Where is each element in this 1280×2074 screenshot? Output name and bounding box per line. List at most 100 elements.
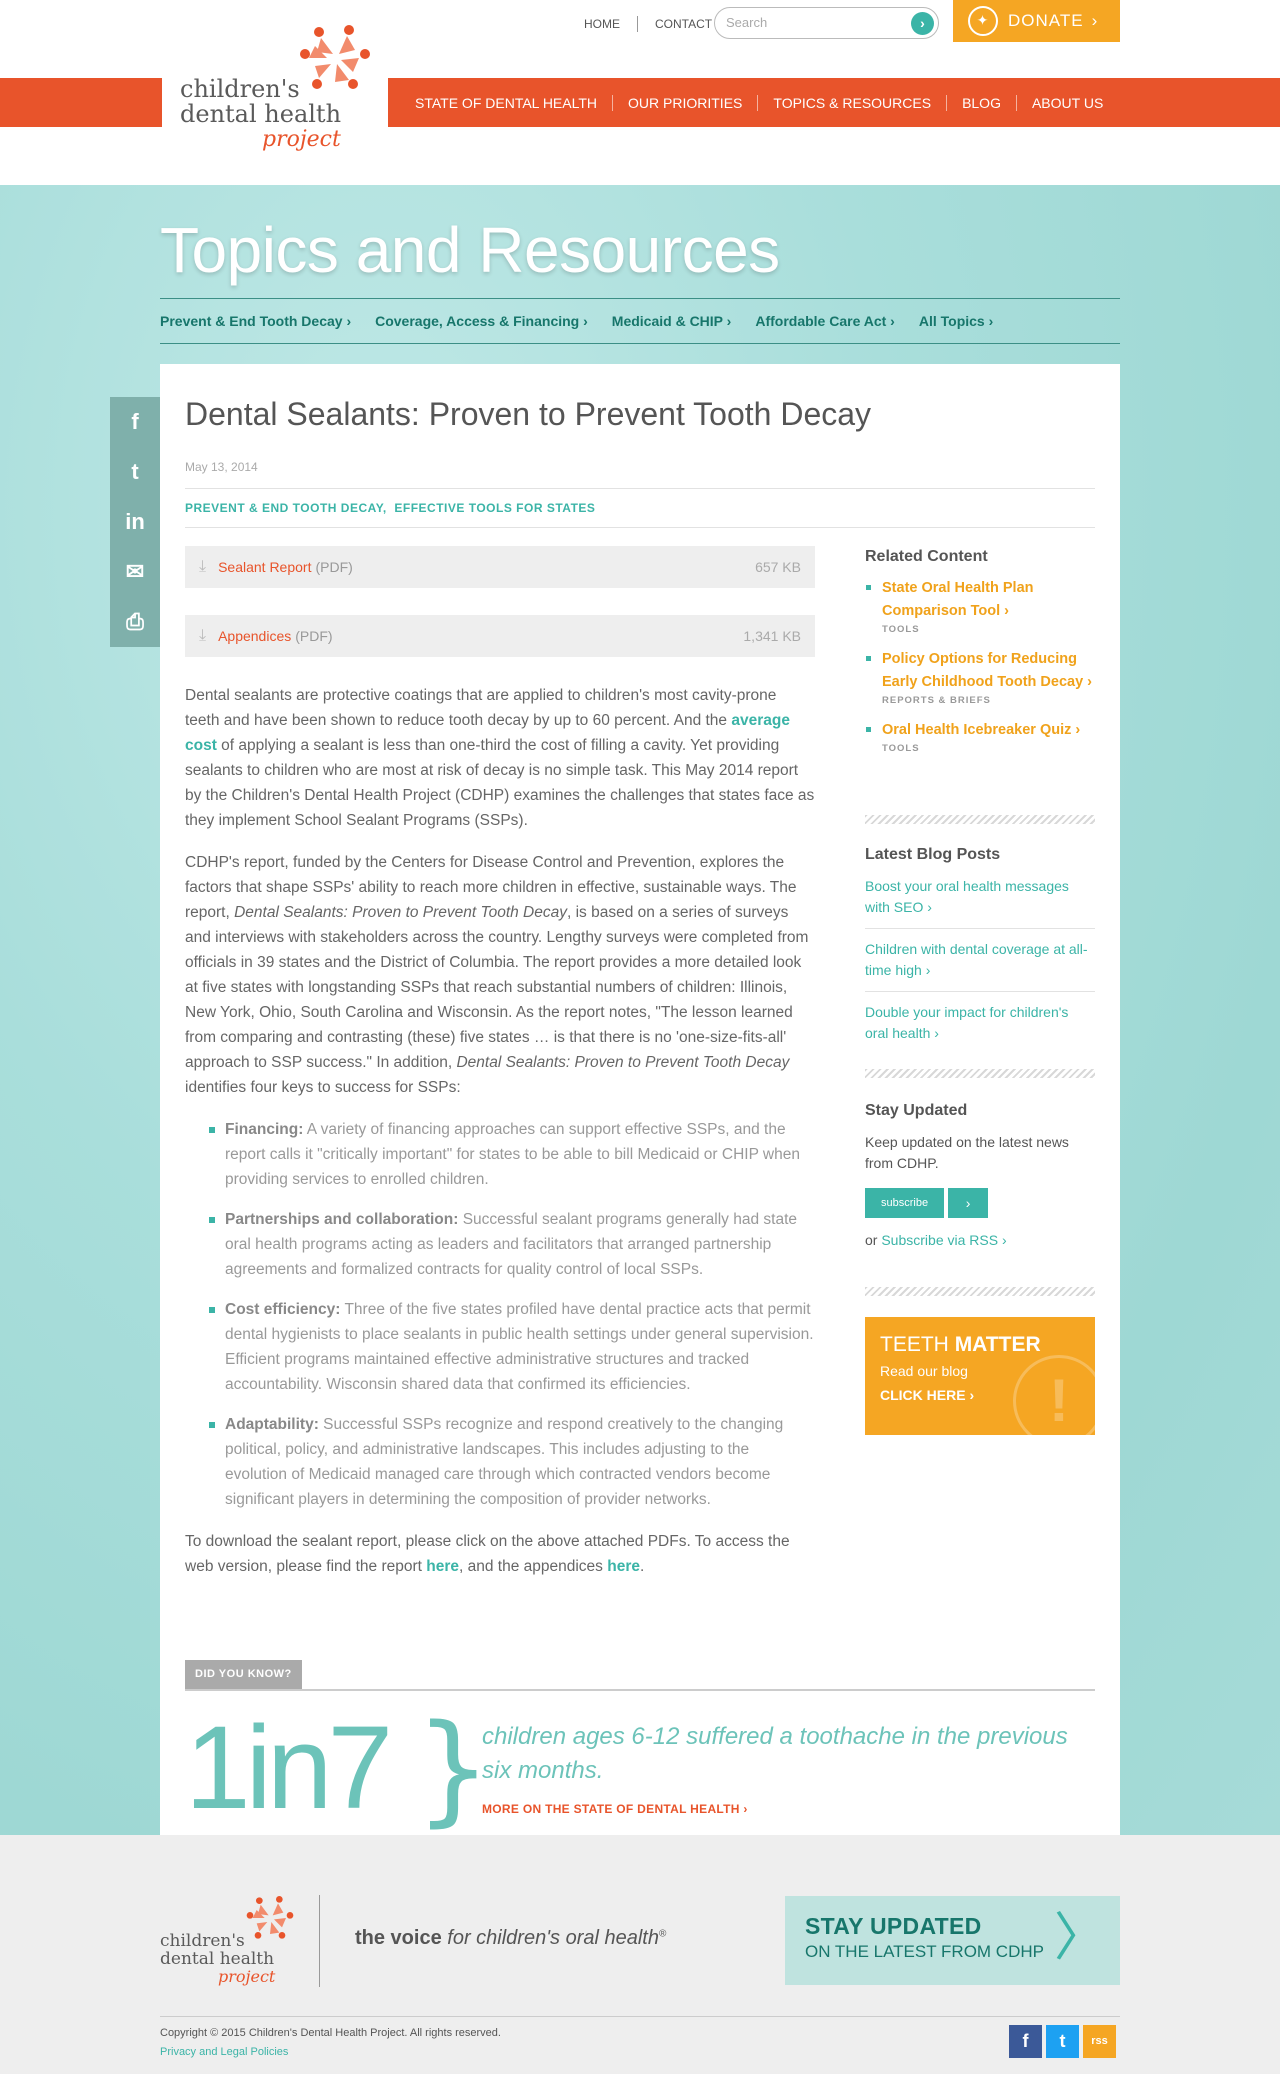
nav-blog[interactable]: BLOG bbox=[947, 94, 1017, 111]
banner-title: TEETH MATTER bbox=[880, 1333, 1080, 1357]
divider bbox=[185, 527, 1095, 528]
social-links: f t rss bbox=[1009, 2025, 1116, 2058]
download-appendices[interactable]: ⤓ Appendices (PDF) 1,341 KB bbox=[185, 615, 815, 657]
key-label: Adaptability: bbox=[225, 1416, 319, 1433]
facebook-icon[interactable]: f bbox=[110, 397, 160, 447]
stat-number: 1in7 bbox=[185, 1702, 393, 1834]
tagline: the voice for children's oral health® bbox=[355, 1927, 666, 1950]
home-link[interactable]: HOME bbox=[567, 17, 637, 31]
logo-line-3: project bbox=[262, 127, 341, 152]
latest-blog-posts: Latest Blog Posts Boost your oral health… bbox=[865, 846, 1095, 1054]
paragraph: Dental sealants are protective coatings … bbox=[185, 683, 815, 833]
banner-title-a: TEETH bbox=[880, 1333, 949, 1356]
list-item[interactable]: Policy Options for Reducing Early Childh… bbox=[865, 648, 1095, 708]
related-title: Related Content bbox=[865, 548, 988, 565]
stay-updated-text: Keep updated on the latest news from CDH… bbox=[865, 1134, 1069, 1171]
rss-icon[interactable]: rss bbox=[1083, 2025, 1116, 2058]
report-here-link[interactable]: here bbox=[426, 1558, 459, 1575]
stay-updated-title: Stay Updated bbox=[865, 1102, 968, 1119]
blog-link[interactable]: Boost your oral health messages with SEO… bbox=[865, 866, 1095, 929]
related-content: Related Content State Oral Health Plan C… bbox=[865, 548, 1095, 756]
related-category: TOOLS bbox=[882, 743, 920, 754]
piggy-bank-icon: ✦ bbox=[968, 6, 998, 36]
keys-list: Financing: A variety of financing approa… bbox=[185, 1117, 815, 1512]
blog-link[interactable]: Double your impact for children's oral h… bbox=[865, 992, 1095, 1054]
twitter-icon[interactable]: t bbox=[110, 447, 160, 497]
paragraph: To download the sealant report, please c… bbox=[185, 1529, 815, 1579]
chevron-right-icon: › bbox=[1091, 11, 1099, 30]
nav-topics-resources[interactable]: TOPICS & RESOURCES bbox=[758, 94, 948, 111]
logo-line-1: children's bbox=[180, 75, 300, 103]
key-label: Partnerships and collaboration: bbox=[225, 1211, 459, 1228]
article-body: Dental sealants are protective coatings … bbox=[185, 683, 815, 1596]
donate-label: DONATE bbox=[1008, 11, 1084, 30]
key-text: A variety of financing approaches can su… bbox=[225, 1121, 800, 1188]
email-icon[interactable]: ✉ bbox=[110, 547, 160, 597]
rss-line: or Subscribe via RSS › bbox=[865, 1232, 1095, 1248]
search-input[interactable]: Search › bbox=[714, 7, 939, 39]
tag-effective-tools[interactable]: EFFECTIVE TOOLS FOR STATES bbox=[394, 501, 595, 515]
download-icon: ⤓ bbox=[199, 627, 207, 644]
text: identifies four keys to success for SSPs… bbox=[185, 1079, 461, 1096]
tagline-bold: the voice bbox=[355, 1927, 442, 1949]
download-sealant-report[interactable]: ⤓ Sealant Report (PDF) 657 KB bbox=[185, 546, 815, 588]
linkedin-icon[interactable]: in bbox=[110, 497, 160, 547]
text: , is based on a series of surveys and in… bbox=[185, 904, 809, 1071]
nav-state-of-dental-health[interactable]: STATE OF DENTAL HEALTH bbox=[400, 94, 614, 111]
nav-about-us[interactable]: ABOUT US bbox=[1017, 95, 1118, 111]
report-title: Dental Sealants: Proven to Prevent Tooth… bbox=[234, 904, 567, 921]
logo-line-1: children's bbox=[160, 1931, 245, 1951]
share-bar: f t in ✉ ⎙ bbox=[110, 397, 160, 647]
download-type: (PDF) bbox=[295, 628, 333, 644]
chevron-right-icon: 〉 bbox=[1053, 1909, 1106, 1967]
logo-line-2: dental health bbox=[180, 100, 342, 128]
blog-list: Boost your oral health messages with SEO… bbox=[865, 866, 1095, 1054]
subnav-prevent-decay[interactable]: Prevent & End Tooth Decay › bbox=[160, 313, 351, 329]
subscribe-row: subscribe › bbox=[865, 1188, 1095, 1218]
appendices-here-link[interactable]: here bbox=[607, 1558, 640, 1575]
logo-line-2: dental health bbox=[160, 1949, 275, 1969]
topic-subnav: Prevent & End Tooth Decay › Coverage, Ac… bbox=[160, 298, 1120, 344]
text: Dental sealants are protective coatings … bbox=[185, 687, 777, 729]
search-submit-icon[interactable]: › bbox=[911, 12, 934, 35]
main-nav: STATE OF DENTAL HEALTH OUR PRIORITIES TO… bbox=[400, 78, 1118, 127]
subnav-coverage[interactable]: Coverage, Access & Financing › bbox=[375, 313, 588, 329]
related-link[interactable]: Oral Health Icebreaker Quiz › bbox=[882, 719, 1095, 742]
download-icon: ⤓ bbox=[199, 558, 207, 575]
list-item: Partnerships and collaboration: Successf… bbox=[185, 1207, 815, 1282]
related-category: TOOLS bbox=[882, 624, 920, 635]
privacy-link[interactable]: Privacy and Legal Policies bbox=[160, 2046, 288, 2058]
subnav-all-topics[interactable]: All Topics › bbox=[919, 313, 993, 329]
facebook-icon[interactable]: f bbox=[1009, 2025, 1042, 2058]
teeth-matter-banner[interactable]: TEETH MATTER Read our blog CLICK HERE › … bbox=[865, 1317, 1095, 1435]
nav-our-priorities[interactable]: OUR PRIORITIES bbox=[613, 94, 759, 111]
stay-updated: Stay Updated Keep updated on the latest … bbox=[865, 1102, 1095, 1248]
subscribe-button[interactable]: subscribe bbox=[865, 1188, 945, 1218]
divider bbox=[185, 488, 1095, 489]
list-item[interactable]: State Oral Health Plan Comparison Tool ›… bbox=[865, 577, 1095, 637]
subnav-medicaid-chip[interactable]: Medicaid & CHIP › bbox=[612, 313, 732, 329]
print-icon[interactable]: ⎙ bbox=[110, 597, 160, 647]
related-link[interactable]: State Oral Health Plan Comparison Tool › bbox=[882, 577, 1095, 623]
list-item: Financing: A variety of financing approa… bbox=[185, 1117, 815, 1192]
blog-link[interactable]: Children with dental coverage at all-tim… bbox=[865, 929, 1095, 992]
subnav-aca[interactable]: Affordable Care Act › bbox=[755, 313, 895, 329]
download-size: 1,341 KB bbox=[743, 628, 801, 644]
rss-link[interactable]: Subscribe via RSS › bbox=[881, 1232, 1006, 1248]
related-link[interactable]: Policy Options for Reducing Early Childh… bbox=[882, 648, 1095, 694]
donate-button[interactable]: ✦ DONATE › bbox=[953, 0, 1120, 42]
article-tags: PREVENT & END TOOTH DECAY, EFFECTIVE TOO… bbox=[185, 501, 595, 515]
logo-wordmark: children's dental health project bbox=[180, 75, 342, 153]
stay-updated-banner[interactable]: STAY UPDATED ON THE LATEST FROM CDHP 〉 bbox=[785, 1896, 1120, 1985]
article-date: May 13, 2014 bbox=[185, 460, 258, 474]
related-list: State Oral Health Plan Comparison Tool ›… bbox=[865, 577, 1095, 756]
footer-logo[interactable]: children's dental health project bbox=[160, 1932, 275, 1986]
state-of-dental-health-link[interactable]: MORE ON THE STATE OF DENTAL HEALTH › bbox=[482, 1802, 748, 1816]
chevron-right-icon[interactable]: › bbox=[948, 1188, 989, 1218]
divider bbox=[160, 2016, 1120, 2017]
list-item[interactable]: Oral Health Icebreaker Quiz › TOOLS bbox=[865, 719, 1095, 756]
twitter-icon[interactable]: t bbox=[1046, 2025, 1079, 2058]
site-logo[interactable]: children's dental health project bbox=[162, 16, 388, 158]
tag-prevent-decay[interactable]: PREVENT & END TOOTH DECAY bbox=[185, 501, 383, 515]
copyright: Copyright © 2015 Children's Dental Healt… bbox=[160, 2027, 501, 2039]
